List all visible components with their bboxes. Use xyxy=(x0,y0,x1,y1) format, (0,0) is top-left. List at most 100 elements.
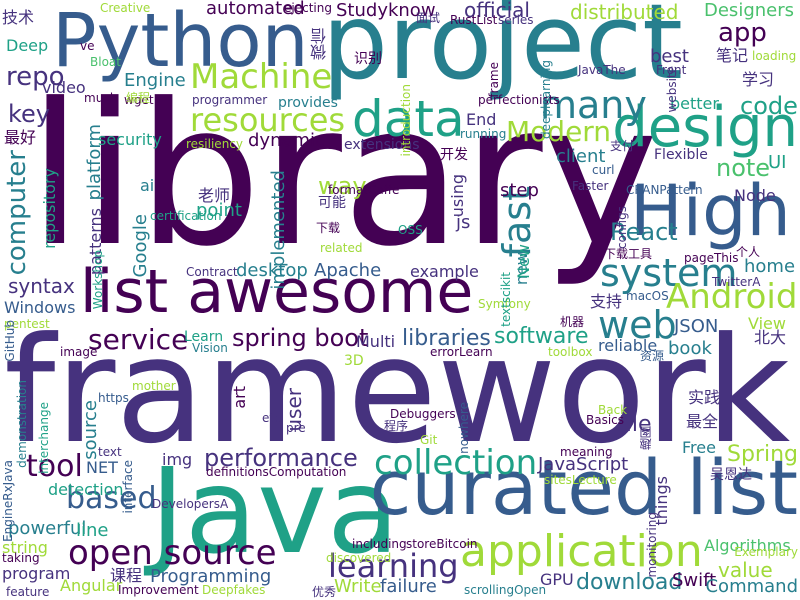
word-app: app xyxy=(718,18,767,48)
word-engine: Engine xyxy=(124,70,186,91)
word-wuenda: 吴恩达 xyxy=(710,467,752,483)
word-biji: 笔记 xyxy=(716,46,749,65)
word-certification: certification xyxy=(150,209,222,223)
word-apache: Apache xyxy=(314,260,382,281)
word-zuihao: 最好 xyxy=(4,128,37,147)
word-spring: Spring xyxy=(727,442,798,467)
word-windows: Windows xyxy=(4,298,76,317)
word-text: text xyxy=(98,445,122,459)
word-ziyuan: 资源 xyxy=(640,349,665,363)
word-provides: provides xyxy=(278,95,338,111)
word-shibie: 识别 xyxy=(354,51,382,67)
word-keneng: 可能 xyxy=(318,195,346,211)
word-repository: repository xyxy=(40,168,59,249)
word-zhichi: 支持 xyxy=(590,292,623,311)
word-workshop: Workshop xyxy=(91,250,105,310)
word-desktop: desktop xyxy=(236,260,308,281)
word-laoshi: 老师 xyxy=(198,186,231,205)
word-security: security xyxy=(98,130,162,149)
word-code: code xyxy=(740,92,798,120)
word-download: download xyxy=(576,570,683,595)
word-bloat: Bloat xyxy=(90,55,121,69)
word-interface: interface xyxy=(121,460,135,514)
word-using: using xyxy=(448,174,467,218)
word-geren: 个人 xyxy=(736,245,761,259)
word-website: website xyxy=(665,66,679,113)
word-syntax: syntax xyxy=(8,274,75,298)
word-kecheng: 课程 xyxy=(110,566,143,585)
word-new: New xyxy=(514,244,533,279)
word-detection: detection xyxy=(48,480,124,499)
word-free: Free xyxy=(682,438,716,457)
word-multi: Multi xyxy=(356,332,396,351)
word-feature: feature xyxy=(6,585,50,599)
word-https: https xyxy=(98,391,129,405)
word-img: img xyxy=(162,450,193,469)
word-introduction: introduction xyxy=(399,84,413,157)
word-application: application xyxy=(460,526,703,577)
word-macos: macOS xyxy=(626,289,669,303)
word-faster: Faster xyxy=(572,179,609,193)
word-taking: taking xyxy=(2,551,40,565)
word-collection: collection xyxy=(374,443,538,483)
word-much: much xyxy=(84,91,118,105)
word-errorlearn: errorLearn xyxy=(430,345,493,359)
word-frame: frame xyxy=(487,62,501,98)
word-improvement: Improvement xyxy=(118,583,199,597)
word-deep: Deep xyxy=(6,36,49,55)
word-designers: Designers xyxy=(704,0,794,21)
word-pre: pre xyxy=(286,421,306,435)
word-net: NET xyxy=(86,458,118,477)
word-modern: Modern xyxy=(506,115,612,148)
word-exemplary: Exemplary xyxy=(734,545,798,559)
word-end: End xyxy=(466,110,497,129)
word-resiliency: resiliency xyxy=(186,137,243,151)
word-computer: computer xyxy=(2,150,32,276)
word-flexible: Flexible xyxy=(654,147,708,163)
word-toolbox: toolbox xyxy=(548,345,593,359)
word-git: Git xyxy=(420,433,438,447)
word-meaning: meaning xyxy=(560,445,613,459)
word-machine: Machine xyxy=(190,57,333,97)
word-command: Command xyxy=(705,576,798,597)
word-youxiu: 优秀 xyxy=(312,585,337,599)
word-jiqi: 机器 xyxy=(560,315,585,329)
word-node: Node xyxy=(734,186,776,205)
word-series: series xyxy=(498,13,534,27)
word-siteslecture: sitesLecture xyxy=(544,473,617,487)
word-distributed: distributed xyxy=(570,0,679,24)
word-github: GitHub xyxy=(3,320,17,362)
word-ai: ai xyxy=(140,176,155,195)
word-google: Google xyxy=(130,214,151,278)
word-qutu: 趣图 xyxy=(639,426,653,450)
word-textscikit: textscikit xyxy=(499,272,513,327)
word-including: including xyxy=(352,537,407,551)
word-developersa: DevelopersA xyxy=(152,497,229,511)
word-ui: UI xyxy=(768,152,787,173)
word-vision: Vision xyxy=(192,341,228,355)
word-deepfakes: Deepfakes xyxy=(202,583,266,597)
word-loading: loading xyxy=(752,49,797,63)
word-monitoring: monitoring xyxy=(645,512,659,578)
word-key: key xyxy=(8,100,51,128)
word-cranpattern: CRANPattern xyxy=(626,183,703,197)
word-enginerxjava: EngineRxJava xyxy=(1,460,15,542)
word-etc: etc xyxy=(262,411,281,425)
word-note: note xyxy=(716,154,771,182)
word-contract: Contract xyxy=(186,265,238,279)
word-back: Back xyxy=(598,403,628,417)
word-scrollingopen: scrollingOpen xyxy=(464,583,547,597)
word-jishu: 技术 xyxy=(2,8,35,27)
word-spring-boot: spring boot xyxy=(232,324,369,352)
word-biancheng: 编程 xyxy=(126,91,151,105)
word-shijian: 实践 xyxy=(688,388,721,407)
word-example: example xyxy=(410,262,479,281)
word-step: step xyxy=(500,180,539,201)
word-pagethis: pageThis xyxy=(684,251,739,265)
word-mianshi: 面试 xyxy=(416,11,441,25)
word-book: book xyxy=(668,338,712,359)
word-programmer: programmer xyxy=(192,93,268,107)
word-dynamic: dynamic xyxy=(248,130,325,151)
word-twittera: TwitterA xyxy=(712,275,761,289)
word-kaifa: 开发 xyxy=(440,147,468,163)
